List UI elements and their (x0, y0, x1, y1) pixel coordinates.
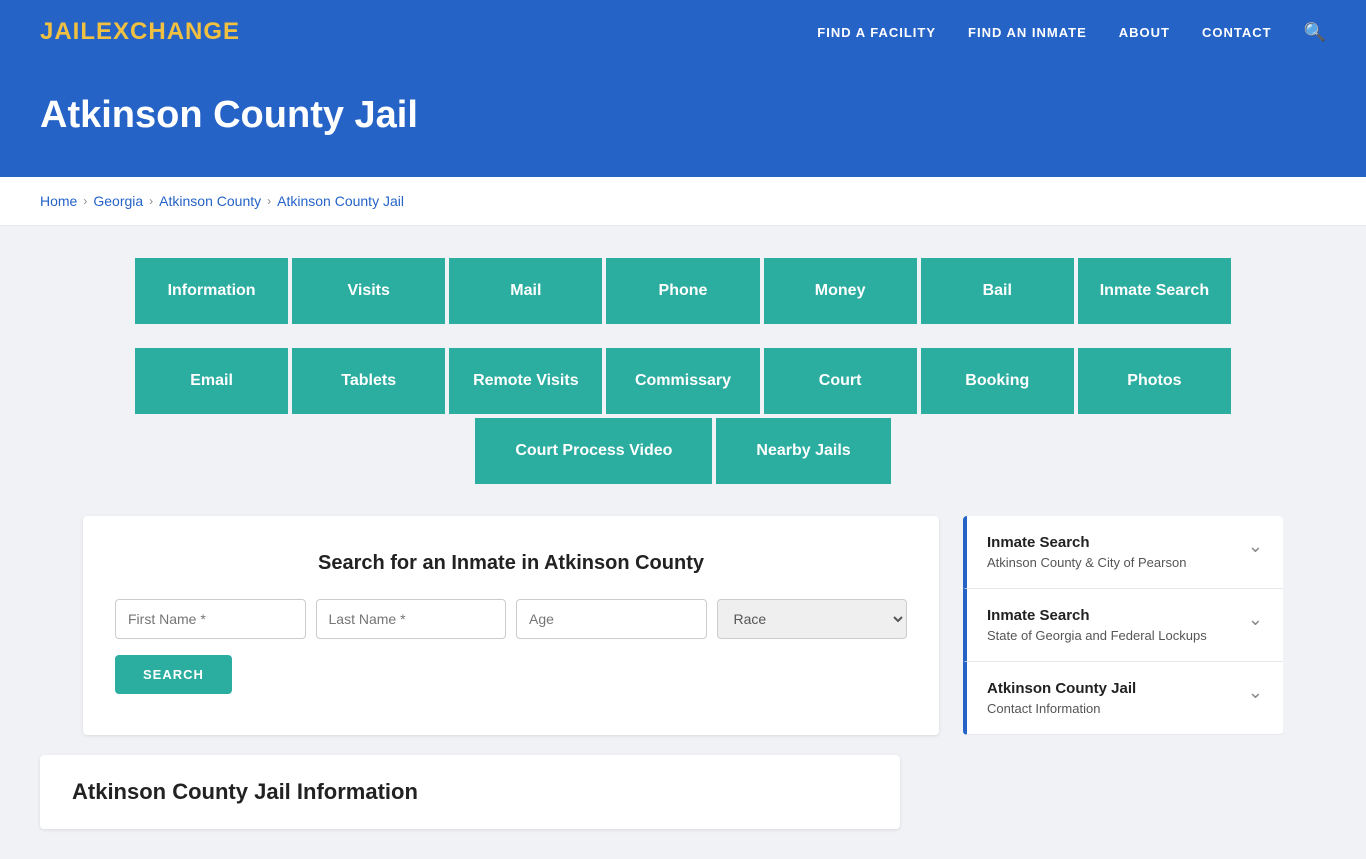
sidebar-card-3-subtitle: Contact Information (987, 701, 1136, 716)
breadcrumb-sep-1: › (83, 194, 87, 208)
search-fields: Race White Black Hispanic Asian Other (115, 599, 907, 639)
jail-info-title: Atkinson County Jail Information (72, 779, 868, 805)
sidebar-card-3-title: Atkinson County Jail (987, 680, 1136, 697)
tile-photos[interactable]: Photos (1076, 346, 1233, 416)
tile-court[interactable]: Court (762, 346, 919, 416)
header: JAILEXCHANGE FIND A FACILITY FIND AN INM… (0, 0, 1366, 64)
sidebar-card-2-subtitle: State of Georgia and Federal Lockups (987, 628, 1207, 643)
breadcrumb-georgia[interactable]: Georgia (93, 193, 143, 209)
logo-text: JAIL (40, 18, 96, 45)
tile-booking[interactable]: Booking (919, 346, 1076, 416)
tile-email[interactable]: Email (133, 346, 290, 416)
age-input[interactable] (516, 599, 707, 639)
first-name-input[interactable] (115, 599, 306, 639)
search-button[interactable]: SEARCH (115, 655, 232, 694)
bottom-section: Search for an Inmate in Atkinson County … (83, 516, 1283, 735)
breadcrumb-sep-3: › (267, 194, 271, 208)
tiles-row-1: Information Visits Mail Phone Money Bail… (133, 256, 1233, 326)
tile-bail[interactable]: Bail (919, 256, 1076, 326)
tile-nearby-jails[interactable]: Nearby Jails (714, 416, 892, 486)
sidebar-card-text-1: Inmate Search Atkinson County & City of … (987, 534, 1186, 570)
breadcrumb-sep-2: › (149, 194, 153, 208)
breadcrumb: Home › Georgia › Atkinson County › Atkin… (0, 177, 1366, 226)
chevron-down-icon-2: ⌄ (1248, 609, 1263, 630)
tile-court-process-video[interactable]: Court Process Video (473, 416, 714, 486)
breadcrumb-home[interactable]: Home (40, 193, 77, 209)
sidebar-card-contact-info[interactable]: Atkinson County Jail Contact Information… (963, 662, 1283, 735)
sidebar-card-inmate-search-state[interactable]: Inmate Search State of Georgia and Feder… (963, 589, 1283, 662)
nav-about[interactable]: ABOUT (1119, 25, 1170, 40)
last-name-input[interactable] (316, 599, 507, 639)
tile-mail[interactable]: Mail (447, 256, 604, 326)
search-title: Search for an Inmate in Atkinson County (115, 552, 907, 575)
tiles-row-2: Email Tablets Remote Visits Commissary C… (133, 346, 1233, 416)
sidebar-card-text-2: Inmate Search State of Georgia and Feder… (987, 607, 1207, 643)
sidebar-card-2-title: Inmate Search (987, 607, 1207, 624)
jail-info-section: Atkinson County Jail Information (40, 755, 900, 829)
main-content: Information Visits Mail Phone Money Bail… (0, 226, 1366, 859)
tile-money[interactable]: Money (762, 256, 919, 326)
breadcrumb-atkinson-county[interactable]: Atkinson County (159, 193, 261, 209)
nav-find-facility[interactable]: FIND A FACILITY (817, 25, 936, 40)
tile-inmate-search[interactable]: Inmate Search (1076, 256, 1233, 326)
nav-find-inmate[interactable]: FIND AN INMATE (968, 25, 1087, 40)
tiles-row-3: Court Process Video Nearby Jails (133, 416, 1233, 486)
logo-accent: EXCHANGE (96, 18, 240, 45)
header-search-icon[interactable]: 🔍 (1304, 22, 1326, 43)
tile-tablets[interactable]: Tablets (290, 346, 447, 416)
page-title: Atkinson County Jail (40, 94, 1326, 137)
sidebar-card-inmate-search-county[interactable]: Inmate Search Atkinson County & City of … (963, 516, 1283, 589)
inmate-search-section: Search for an Inmate in Atkinson County … (83, 516, 939, 735)
tile-phone[interactable]: Phone (604, 256, 761, 326)
tile-visits[interactable]: Visits (290, 256, 447, 326)
chevron-down-icon-3: ⌄ (1248, 682, 1263, 703)
tile-commissary[interactable]: Commissary (604, 346, 761, 416)
logo[interactable]: JAILEXCHANGE (40, 18, 240, 46)
breadcrumb-current: Atkinson County Jail (277, 193, 404, 209)
sidebar: Inmate Search Atkinson County & City of … (963, 516, 1283, 735)
sidebar-card-text-3: Atkinson County Jail Contact Information (987, 680, 1136, 716)
content-area: Information Visits Mail Phone Money Bail… (40, 256, 1326, 829)
sidebar-card-1-title: Inmate Search (987, 534, 1186, 551)
tile-remote-visits[interactable]: Remote Visits (447, 346, 604, 416)
nav-contact[interactable]: CONTACT (1202, 25, 1272, 40)
hero-section: Atkinson County Jail (0, 64, 1366, 177)
sidebar-card-1-subtitle: Atkinson County & City of Pearson (987, 555, 1186, 570)
main-nav: FIND A FACILITY FIND AN INMATE ABOUT CON… (817, 22, 1326, 43)
chevron-down-icon-1: ⌄ (1248, 536, 1263, 557)
tile-information[interactable]: Information (133, 256, 290, 326)
race-select[interactable]: Race White Black Hispanic Asian Other (717, 599, 908, 639)
